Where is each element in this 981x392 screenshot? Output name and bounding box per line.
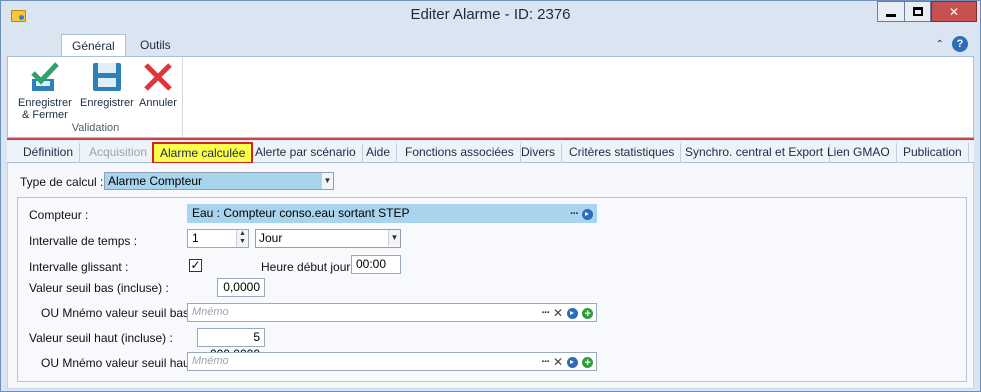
mnemo-bas-field[interactable]: Mnémo ··· ✕ [187, 303, 597, 323]
ribbon-help-area: ⌃ ? [936, 36, 968, 52]
clear-icon[interactable]: ✕ [553, 354, 563, 371]
save-button[interactable]: Enregistrer [80, 61, 134, 109]
page-tabs: Définition Acquisition Alarme calculée A… [7, 141, 974, 164]
seuil-bas-label: Valeur seuil bas (incluse) : [29, 281, 169, 295]
tab-fonctions-associees[interactable]: Fonctions associées [399, 143, 521, 163]
compteur-field[interactable]: Eau : Compteur conso.eau sortant STEP ··… [187, 204, 597, 223]
type-calcul-value: Alarme Compteur [108, 174, 203, 188]
tab-definition[interactable]: Définition [17, 143, 81, 163]
close-button[interactable]: ✕ [931, 1, 977, 22]
save-close-icon [31, 62, 59, 91]
mnemo-bas-placeholder: Mnémo [192, 306, 229, 318]
save-label: Enregistrer [80, 97, 134, 109]
heure-field[interactable]: 00:00 [351, 255, 401, 274]
minimize-icon [886, 13, 896, 17]
browse-icon[interactable]: ··· [570, 206, 579, 223]
ribbon-separator [7, 138, 974, 140]
mnemo-haut-actions: ··· ✕ [541, 354, 593, 372]
navigate-icon[interactable] [567, 308, 578, 319]
ribbon-body: Enregistrer & Fermer Enregistrer Annuler… [7, 56, 974, 138]
clear-icon[interactable]: ✕ [553, 305, 563, 322]
browse-icon[interactable]: ··· [541, 354, 550, 371]
collapse-ribbon-icon[interactable]: ⌃ [936, 39, 944, 50]
intervalle-stepper[interactable]: 1 ▲ ▼ [187, 229, 249, 248]
title-bar: Editer Alarme - ID: 2376 ✕ [1, 1, 980, 31]
ribbon-tab-outils[interactable]: Outils [130, 34, 181, 56]
ribbon-tabs: Général Outils ⌃ ? [7, 31, 974, 56]
cancel-icon [144, 63, 172, 91]
tab-acquisition[interactable]: Acquisition [83, 143, 155, 163]
compteur-value: Eau : Compteur conso.eau sortant STEP [192, 206, 410, 220]
mnemo-haut-placeholder: Mnémo [192, 355, 229, 367]
seuil-haut-label: Valeur seuil haut (incluse) : [29, 331, 173, 345]
intervalle-unit-value: Jour [259, 231, 283, 245]
spin-arrows-icon[interactable]: ▲ ▼ [236, 230, 248, 247]
intervalle-value: 1 [192, 231, 199, 245]
navigate-icon[interactable] [567, 357, 578, 368]
tab-synchro-central-export[interactable]: Synchro. central et Export [679, 143, 831, 163]
chevron-down-icon: ▼ [388, 230, 400, 246]
mnemo-haut-label: OU Mnémo valeur seuil haut : [41, 356, 200, 370]
glissant-checkbox[interactable]: ✓ [189, 259, 202, 272]
alarme-calculee-panel: Type de calcul : Alarme Compteur ▼ Compt… [7, 163, 974, 389]
seuil-haut-field[interactable]: 5 000,0000 [197, 328, 265, 361]
browse-icon[interactable]: ··· [541, 305, 550, 322]
tab-alarme-calculee[interactable]: Alarme calculée [152, 142, 254, 164]
maximize-icon [912, 7, 923, 16]
type-calcul-select[interactable]: Alarme Compteur ▼ [104, 172, 334, 190]
save-close-label-2: & Fermer [21, 109, 68, 121]
compteur-actions: ··· [570, 206, 593, 223]
tab-aide[interactable]: Aide [360, 143, 398, 163]
add-icon[interactable] [582, 355, 593, 372]
type-calcul-label: Type de calcul : [20, 175, 104, 189]
editer-alarme-window: Editer Alarme - ID: 2376 ✕ Général Outil… [0, 0, 981, 392]
floppy-icon [92, 63, 121, 91]
save-close-label-1: Enregistrer [18, 97, 72, 109]
glissant-label: Intervalle glissant : [29, 260, 129, 274]
tab-alerte-scenario[interactable]: Alerte par scénario [249, 143, 363, 163]
tab-lien-gmao[interactable]: Lien GMAO [821, 143, 897, 163]
tab-publication[interactable]: Publication [897, 143, 969, 163]
seuil-bas-field[interactable]: 0,0000 [217, 278, 265, 297]
compteur-label: Compteur : [29, 208, 89, 222]
add-icon[interactable] [582, 306, 593, 323]
window-title: Editer Alarme - ID: 2376 [410, 6, 571, 23]
mnemo-bas-actions: ··· ✕ [541, 305, 593, 323]
validation-group-label: Validation [71, 122, 120, 134]
alarm-parameters-box: Compteur : Eau : Compteur conso.eau sort… [17, 197, 967, 382]
tab-divers[interactable]: Divers [515, 143, 563, 163]
cancel-label: Annuler [139, 97, 177, 109]
close-icon: ✕ [948, 4, 960, 19]
minimize-button[interactable] [877, 1, 904, 22]
tab-criteres-statistiques[interactable]: Critères statistiques [563, 143, 682, 163]
validation-group: Enregistrer & Fermer Enregistrer Annuler… [8, 57, 183, 137]
intervalle-label: Intervalle de temps : [29, 234, 138, 248]
heure-value: 00:00 [356, 257, 387, 271]
ribbon-tab-general[interactable]: Général [61, 34, 126, 56]
save-close-button[interactable]: Enregistrer & Fermer [18, 61, 72, 121]
mnemo-bas-label: OU Mnémo valeur seuil bas : [41, 306, 196, 320]
maximize-button[interactable] [904, 1, 931, 22]
seuil-bas-value: 0,0000 [223, 280, 260, 294]
navigate-icon[interactable] [582, 209, 593, 220]
cancel-button[interactable]: Annuler [139, 61, 177, 109]
mnemo-haut-field[interactable]: Mnémo ··· ✕ [187, 352, 597, 372]
intervalle-unit-select[interactable]: Jour ▼ [255, 229, 401, 248]
help-icon[interactable]: ? [952, 36, 968, 52]
chevron-down-icon: ▼ [321, 173, 333, 189]
